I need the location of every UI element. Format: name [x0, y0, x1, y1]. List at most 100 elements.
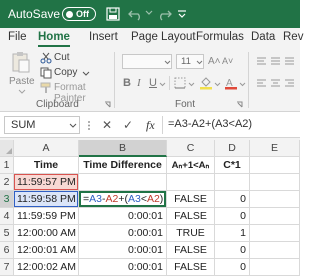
cell-e1[interactable]: [250, 157, 300, 174]
column-header-c[interactable]: C: [167, 140, 215, 157]
tab-data[interactable]: Data: [251, 31, 275, 43]
column-header-e[interactable]: E: [250, 140, 300, 157]
cell-b4[interactable]: 0:00:01: [79, 208, 167, 225]
cell-a1[interactable]: Time: [14, 157, 79, 174]
row-header[interactable]: 1: [0, 157, 14, 174]
cell-c2[interactable]: [167, 174, 215, 191]
column-header-a[interactable]: A: [14, 140, 79, 157]
autosave-label: AutoSave: [8, 7, 61, 21]
cell-e3[interactable]: [250, 191, 300, 208]
formula-part: +(: [118, 193, 128, 205]
underline-button[interactable]: U: [149, 77, 157, 89]
cell-e6[interactable]: [250, 242, 300, 259]
cell-b3-editing[interactable]: =A3-A2+(A3<A2): [79, 191, 167, 208]
cell-c3[interactable]: FALSE: [167, 191, 215, 208]
copy-dropdown-icon: [82, 71, 90, 76]
formula-divider: [162, 116, 163, 134]
paste-label: Paste: [9, 76, 35, 87]
undo-dropdown-icon[interactable]: [145, 10, 153, 16]
group-divider: [248, 52, 249, 108]
row-header[interactable]: 6: [0, 242, 14, 259]
cell-a2[interactable]: 11:59:57 PM: [14, 174, 79, 191]
underline-dropdown-icon[interactable]: [159, 82, 166, 87]
cell-b1[interactable]: Time Difference: [79, 157, 167, 174]
cell-d1[interactable]: C*1: [215, 157, 250, 174]
borders-dropdown-icon[interactable]: [188, 82, 195, 87]
row-header-active[interactable]: 3: [0, 191, 14, 208]
column-header-d[interactable]: D: [215, 140, 250, 157]
cell-d4[interactable]: 0: [215, 208, 250, 225]
tab-insert[interactable]: Insert: [89, 31, 118, 43]
customize-toolbar-icon[interactable]: [176, 7, 188, 21]
borders-icon[interactable]: [174, 77, 186, 89]
fill-color-icon[interactable]: [199, 76, 213, 90]
column-header-b[interactable]: B: [79, 140, 167, 157]
row-header[interactable]: 4: [0, 208, 14, 225]
cell-b5[interactable]: 0:00:01: [79, 225, 167, 242]
toggle-knob: [66, 10, 73, 18]
cell-d3[interactable]: 0: [215, 191, 250, 208]
ribbon: Paste Cut Copy Format Painter Clipboard: [0, 48, 300, 112]
tab-file[interactable]: File: [8, 31, 27, 43]
font-size-box[interactable]: 11: [176, 54, 204, 69]
cell-c6[interactable]: FALSE: [167, 242, 215, 259]
cell-a5[interactable]: 12:00:00 AM: [14, 225, 79, 242]
autosave-toggle[interactable]: Off: [62, 7, 96, 21]
row-header[interactable]: 2: [0, 174, 14, 191]
font-color-icon[interactable]: A: [224, 76, 238, 90]
copy-icon: [40, 67, 52, 79]
italic-button[interactable]: I: [137, 77, 141, 89]
name-box-dropdown-icon: [69, 123, 77, 128]
horizontal-align-icons[interactable]: [256, 78, 296, 90]
menu-bar: File Home Insert Page Layout Formulas Da…: [0, 28, 303, 48]
formula-input[interactable]: =A3-A2+(A3<A2): [168, 118, 252, 130]
cell-a6[interactable]: 12:00:01 AM: [14, 242, 79, 259]
row-header[interactable]: 5: [0, 225, 14, 242]
font-color-dropdown-icon[interactable]: [239, 82, 246, 87]
tab-formulas[interactable]: Formulas: [196, 31, 244, 43]
clipboard-launcher-icon[interactable]: [104, 101, 111, 108]
formula-ref-a2: A2: [146, 193, 160, 205]
name-box[interactable]: SUM: [4, 116, 80, 134]
cell-d6[interactable]: 0: [215, 242, 250, 259]
cell-c5[interactable]: TRUE: [167, 225, 215, 242]
formula-bar-grip-icon: [88, 121, 90, 130]
cell-b2[interactable]: [79, 174, 167, 191]
formula-part: ): [159, 193, 164, 205]
redo-icon[interactable]: [156, 7, 172, 21]
tab-home[interactable]: Home: [38, 31, 70, 47]
cell-d2[interactable]: [215, 174, 250, 191]
cell-a3[interactable]: 11:59:58 PM: [14, 191, 79, 208]
grow-font-button[interactable]: A˄: [208, 56, 221, 67]
cell-e4[interactable]: [250, 208, 300, 225]
font-name-box[interactable]: [122, 54, 172, 69]
cell-d5[interactable]: 1: [215, 225, 250, 242]
enter-button[interactable]: ✓: [123, 118, 133, 132]
cell-c1[interactable]: Aₙ+1<Aₙ: [167, 157, 215, 174]
vertical-align-icons[interactable]: [256, 56, 296, 68]
cell-b6[interactable]: 0:00:01: [79, 242, 167, 259]
select-all-triangle-icon: [6, 148, 12, 154]
paste-button[interactable]: Paste: [6, 51, 36, 95]
autosave-state: Off: [76, 9, 89, 19]
shrink-font-button[interactable]: A˅: [222, 56, 233, 66]
formula-ref-a3: A3: [89, 193, 102, 205]
undo-icon[interactable]: [128, 7, 144, 21]
cell-c4[interactable]: FALSE: [167, 208, 215, 225]
scissors-icon: [40, 52, 52, 64]
font-launcher-icon[interactable]: [236, 101, 243, 108]
insert-function-button[interactable]: fx: [146, 118, 155, 133]
formula-ref-a3: A3: [127, 193, 141, 205]
save-icon[interactable]: [106, 7, 120, 21]
font-size-dropdown-icon: [196, 60, 203, 65]
cell-a4[interactable]: 11:59:59 PM: [14, 208, 79, 225]
bold-button[interactable]: B: [123, 77, 131, 89]
paintbrush-icon: [40, 82, 51, 93]
cancel-button[interactable]: ✕: [102, 118, 112, 132]
tab-review[interactable]: Rev: [283, 31, 303, 43]
tab-page-layout[interactable]: Page Layout: [131, 31, 196, 43]
cell-e2[interactable]: [250, 174, 300, 191]
fill-color-dropdown-icon[interactable]: [214, 82, 221, 87]
spreadsheet-grid: A B C D E 1 Time Time Difference Aₙ+1<Aₙ…: [0, 140, 300, 276]
cell-e5[interactable]: [250, 225, 300, 242]
